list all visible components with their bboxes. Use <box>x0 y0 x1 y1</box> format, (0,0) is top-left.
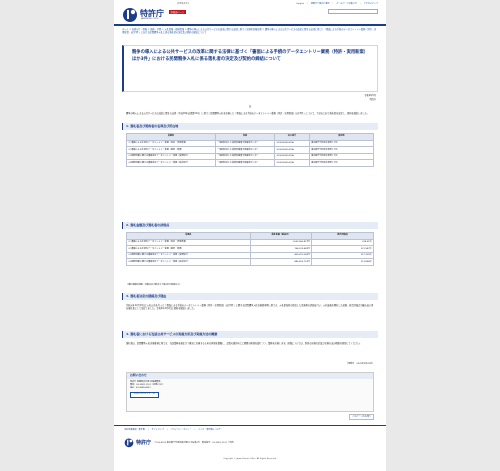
title-box: 競争の導入による公共サービスの改革に関する法律に基づく「書面による手続のデータエ… <box>122 45 378 92</box>
jpo-logo-icon[interactable] <box>122 6 138 23</box>
section-heading-2: 2. 落札金額及び落札者の評価点 <box>122 222 378 229</box>
table-cell: (4)国際出願に関する書面等のデータエントリー業務（指定官庁） <box>126 258 251 266</box>
award-table: 業務名 落札金額（税抜き） 総合評価点 (1)書面による手続のデータエントリー業… <box>126 232 374 266</box>
section-4-text: 落札者は、民間競争入札実施要項に基づき、当該業務を適正かつ確実に実施するための体… <box>126 342 362 345</box>
table-header: 落札金額（税抜き） <box>249 232 313 240</box>
table-cell: 885,652,712円 <box>249 258 313 266</box>
page: 特許庁 JAPAN PATENT OFFICE 外国語ページ 文字の大きさ En… <box>114 0 386 471</box>
table-row: (3)国際出願に関する書面等のデータエントリー業務（受理官庁） 一般財団法人工業… <box>126 152 375 161</box>
table-cell: 405,472,000円 <box>249 251 313 260</box>
top-links: English | 規範でご案内ご意見 | ホームページの使い方 | アクセスマ… <box>297 3 378 6</box>
table-row: (2)書面による手続のデータエントリー業務（意匠・商標） 一般財団法人工業所有権… <box>126 146 375 154</box>
table-cell: 東京都千代田区永田町1丁目 <box>308 159 375 167</box>
foreign-language-button[interactable]: 外国語ページ <box>169 10 186 15</box>
table-header: 業務名 <box>126 232 251 240</box>
table-row: (1)書面による手続のデータエントリー業務（特許・実用新案） 1,092,960… <box>126 238 374 247</box>
table-header-row: 業務名 落札金額（税抜き） 総合評価点 <box>126 232 374 240</box>
table-cell: 5010005016746 <box>274 146 310 154</box>
table-cell: 一般財団法人工業所有権電子情報化センター <box>214 139 276 148</box>
table-cell: 東京都千代田区永田町1丁目 <box>308 146 375 154</box>
section-heading-3: 3. 落札者決定の経緯及び理由 <box>122 293 378 300</box>
table-row: (1)書面による手続のデータエントリー業務（特許・実用新案） 一般財団法人工業所… <box>126 139 375 148</box>
table-row: (4)国際出願に関する書面等のデータエントリー業務（指定官庁） 885,652,… <box>126 258 374 266</box>
font-size-label: 文字の大きさ <box>177 3 190 5</box>
site-header: 特許庁 JAPAN PATENT OFFICE 外国語ページ 文字の大きさ En… <box>114 0 386 26</box>
table-cell: 228.91点 <box>311 238 374 247</box>
revision-date: ［更新日 2020年5月29日］ <box>346 363 374 365</box>
table-header-row: 業務名 名称 法人番号 所在地 <box>126 133 375 141</box>
table-cell: (3)国際出願に関する書面等のデータエントリー業務（受理官庁） <box>126 152 216 161</box>
table-cell: 221.587点 <box>311 245 374 253</box>
table-cell: 764,013,455円 <box>249 245 313 253</box>
org-subtitle: JAPAN PATENT OFFICE <box>141 19 159 20</box>
search-input[interactable] <box>328 9 378 14</box>
section-heading-4: 4. 落札者における当該公共サービスの実施方針及び実施方法の概要 <box>122 331 378 338</box>
inquiry-box: お問い合わせ 特許庁 総務部会計課 企画調整班 電話：03-3581-1101（… <box>126 372 374 412</box>
table-row: (4)国際出願に関する書面等のデータエントリー業務（指定官庁） 一般財団法人工業… <box>126 159 375 167</box>
site-footer: 法的免責事項・著作権 | サイトマップ | プライバシーポリシー | リンク・著… <box>114 425 386 471</box>
top-link-guide[interactable]: 規範でご案内ご意見 <box>311 3 330 6</box>
footer-link-disclaimer[interactable]: 法的免責事項・著作権 <box>124 429 145 432</box>
table-cell: 東京都千代田区永田町1丁目 <box>308 139 375 148</box>
inquiry-form-button[interactable]: お問い合わせフォーム <box>130 391 159 399</box>
contractor-table: 業務名 名称 法人番号 所在地 (1)書面による手続のデータエントリー業務（特許… <box>126 133 375 167</box>
table-cell: (4)国際出願に関する書面等のデータエントリー業務（指定官庁） <box>126 159 216 167</box>
table-cell: 一般財団法人工業所有権電子情報化センター <box>214 146 276 154</box>
section-3-text: 令和元年12月13日に入札公告を行った「書面による手続のデータエントリー業務（特… <box>126 304 374 311</box>
table-cell: 一般財団法人工業所有権電子情報化センター <box>214 159 276 167</box>
table-cell: (1)書面による手続のデータエントリー業務（特許・実用新案） <box>126 139 216 148</box>
table-cell: 5010005016746 <box>274 159 310 167</box>
divider: | <box>147 429 149 431</box>
table-cell: 東京都千代田区永田町1丁目 <box>308 152 375 161</box>
table-cell: 一般財団法人工業所有権電子情報化センター <box>214 152 276 161</box>
footer-address: 〒100-8915 東京都千代田区霞が関3丁目4番3号 電話番号：03-3581… <box>154 442 236 444</box>
page-top-link[interactable]: このページの先頭へ <box>349 414 374 420</box>
top-link-english[interactable]: English <box>297 3 305 6</box>
page-title: 競争の導入による公共サービスの改革に関する法律に基づく「書面による手続のデータエ… <box>132 50 369 62</box>
divider: | <box>307 3 308 5</box>
divider: | <box>194 429 196 431</box>
footer-links: 法的免責事項・著作権 | サイトマップ | プライバシーポリシー | リンク・著… <box>124 429 221 432</box>
table-cell: 1,092,960,877円 <box>249 238 313 247</box>
footer-link-linking[interactable]: リンク・著作権について <box>198 429 221 432</box>
intro-text: 競争の導入による公共サービスの改革に関する法律（平成18年法律第51号）に基づく… <box>126 112 369 115</box>
award-table-note: （落札金額は総額、評価点は小数点以下第3位を四捨五入） <box>126 284 182 286</box>
divider: | <box>359 3 361 5</box>
table-header: 業務名 <box>126 133 216 141</box>
footer-org-name: 特許庁 <box>136 440 152 446</box>
table-cell: (2)書面による手続のデータエントリー業務（意匠・商標） <box>126 146 216 154</box>
top-link-access-map[interactable]: アクセスマップ <box>364 3 378 6</box>
table-cell: 5010005016746 <box>274 139 310 148</box>
footer-logo-icon <box>124 438 134 448</box>
table-header: 所在地 <box>308 133 375 141</box>
footer-link-privacy[interactable]: プライバシーポリシー <box>171 429 192 432</box>
inquiry-body: 特許庁 総務部会計課 企画調整班 電話：03-3581-1101（内線2711）… <box>127 379 373 399</box>
table-row: (2)書面による手続のデータエントリー業務（意匠・商標） 764,013,455… <box>126 245 374 253</box>
divider: | <box>332 3 334 5</box>
table-cell: (2)書面による手続のデータエントリー業務（意匠・商標） <box>126 245 251 253</box>
copyright: Copyright © Japan Patent Office. All Rig… <box>223 458 277 460</box>
table-cell: (1)書面による手続のデータエントリー業務（特許・実用新案） <box>126 238 251 247</box>
table-cell: 257.325点 <box>311 251 374 260</box>
ki-note: 記 <box>248 105 252 108</box>
footer-link-sitemap[interactable]: サイトマップ <box>151 429 163 432</box>
table-row: (3)国際出願に関する書面等のデータエントリー業務（受理官庁） 405,472,… <box>126 251 374 260</box>
header-divider <box>114 24 386 26</box>
table-header: 名称 <box>214 133 276 141</box>
table-cell: (3)国際出願に関する書面等のデータエントリー業務（受理官庁） <box>126 251 251 260</box>
table-cell: 5010005016746 <box>274 152 310 161</box>
inquiry-fax: FAX：03-3580-6951 <box>130 387 151 390</box>
table-cell: 213.894点 <box>311 258 374 266</box>
section-heading-1: 1. 落札者及び契約者の名称及び所在地 <box>122 123 378 130</box>
table-header: 法人番号 <box>274 133 310 141</box>
top-link-howto[interactable]: ホームページの使い方 <box>336 3 357 6</box>
issuer: 特許庁 <box>369 98 376 101</box>
table-header: 総合評価点 <box>311 232 374 240</box>
breadcrumb[interactable]: ホーム > お知らせ・情報 > 調達・予算 > 入札情報・調達情報 > 競争の導… <box>122 28 378 34</box>
divider: | <box>166 429 168 431</box>
